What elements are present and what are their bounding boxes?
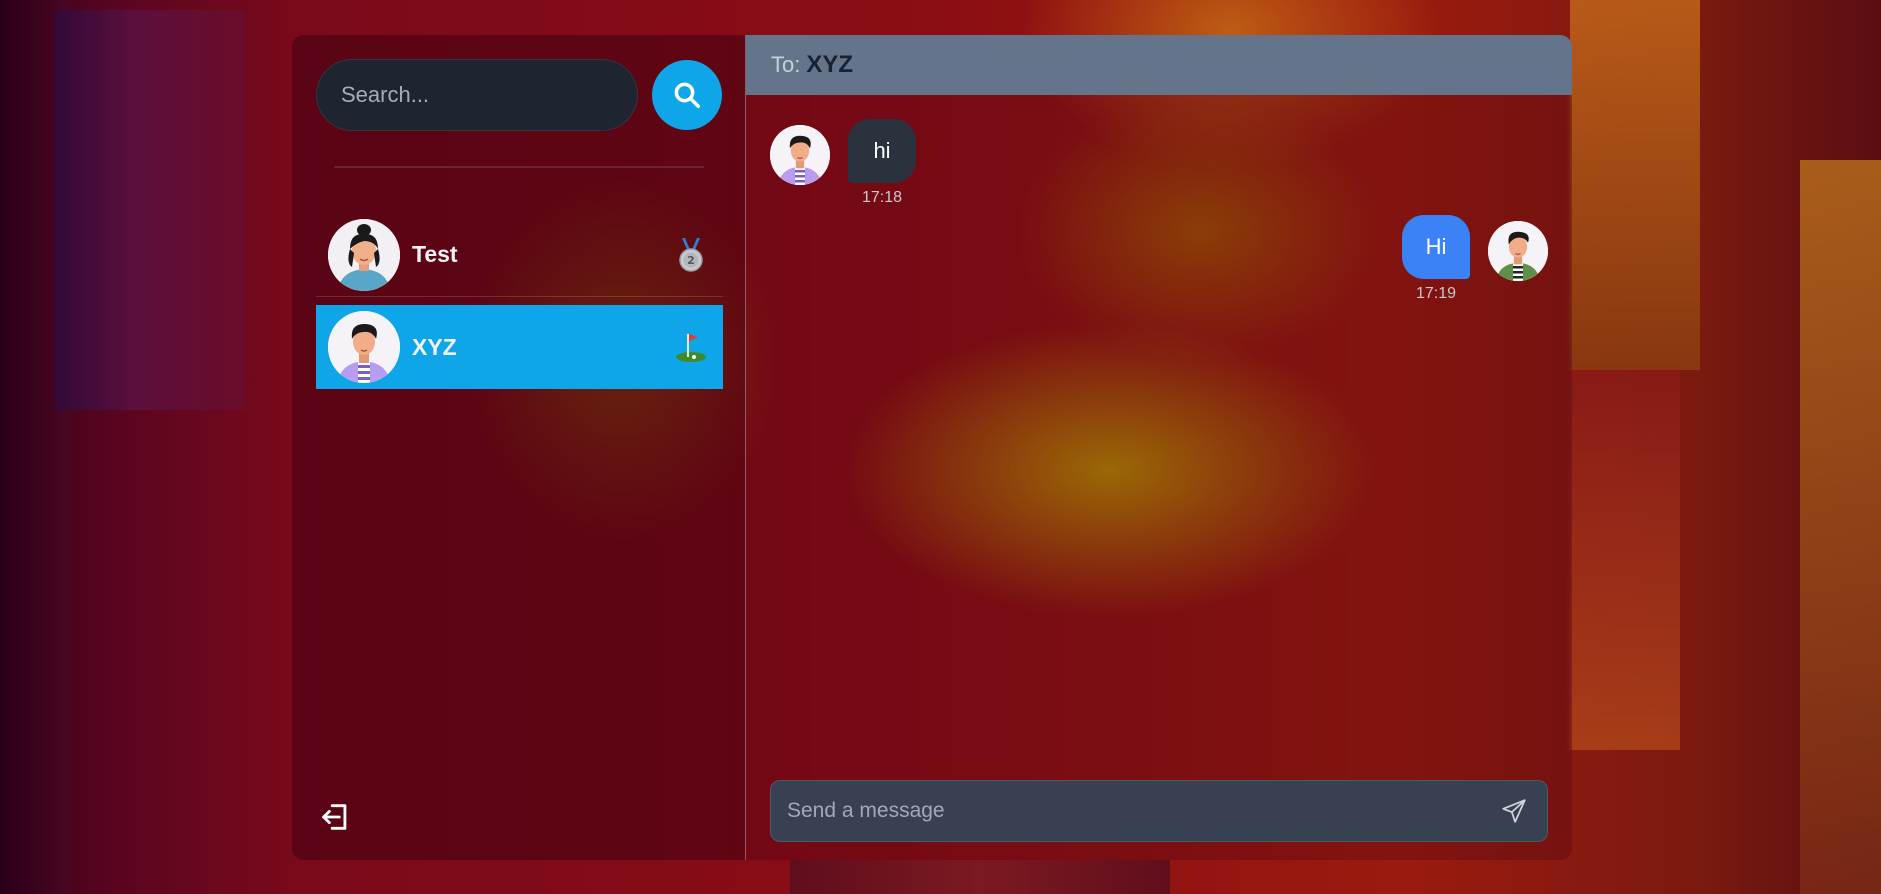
contact-name: Test [412, 241, 458, 267]
chat-panel: To: XYZ hi 17:18 Hi 17:19 Send a message [746, 35, 1572, 860]
message-bubble: hi [848, 119, 916, 183]
search-button[interactable] [652, 60, 722, 130]
background-floor [790, 860, 1170, 894]
message-bubble-group: Hi 17:19 [1402, 215, 1488, 303]
avatar-man-icon [328, 311, 400, 383]
background-wall-far-right [1800, 160, 1881, 894]
second-place-medal-icon: 2 [671, 235, 711, 275]
avatar [328, 218, 400, 291]
contact-item-xyz[interactable]: XYZ [316, 305, 723, 389]
golf-flag-icon [671, 327, 711, 367]
svg-text:2: 2 [687, 254, 695, 267]
send-button[interactable] [1497, 794, 1531, 828]
background-wall-right-lower [1570, 370, 1680, 750]
message-composer [770, 780, 1548, 842]
send-icon [1502, 799, 1526, 823]
message-bubble-group: hi 17:18 [830, 119, 916, 207]
search-input[interactable] [316, 59, 638, 131]
recipient-name: XYZ [806, 51, 854, 78]
logout-icon [322, 804, 347, 830]
background-wall-panel [55, 10, 245, 410]
chat-header: To: XYZ [746, 35, 1572, 95]
avatar-man-icon [770, 125, 830, 185]
message-time: 17:18 [861, 189, 903, 206]
logout-button[interactable] [318, 800, 352, 834]
message-time: 17:19 [1415, 285, 1457, 302]
avatar-man-green-icon [1488, 221, 1548, 281]
chat-app: Test 2 [292, 35, 1572, 860]
message-bubble: Hi [1402, 215, 1470, 279]
avatar [770, 125, 830, 185]
avatar [328, 311, 400, 383]
to-label: To: [771, 52, 801, 77]
message-input[interactable] [787, 799, 1497, 823]
search-row [316, 59, 722, 131]
contact-name: XYZ [412, 333, 457, 360]
avatar-woman-icon [328, 218, 400, 291]
message-received: hi 17:18 [770, 119, 916, 207]
search-icon [674, 82, 700, 108]
sidebar-divider [334, 166, 704, 168]
message-sent: Hi 17:19 [1402, 215, 1548, 303]
contact-item-test[interactable]: Test 2 [316, 213, 723, 297]
background-wall-right [1570, 0, 1700, 370]
avatar [1488, 221, 1548, 281]
sidebar: Test 2 [292, 35, 746, 860]
